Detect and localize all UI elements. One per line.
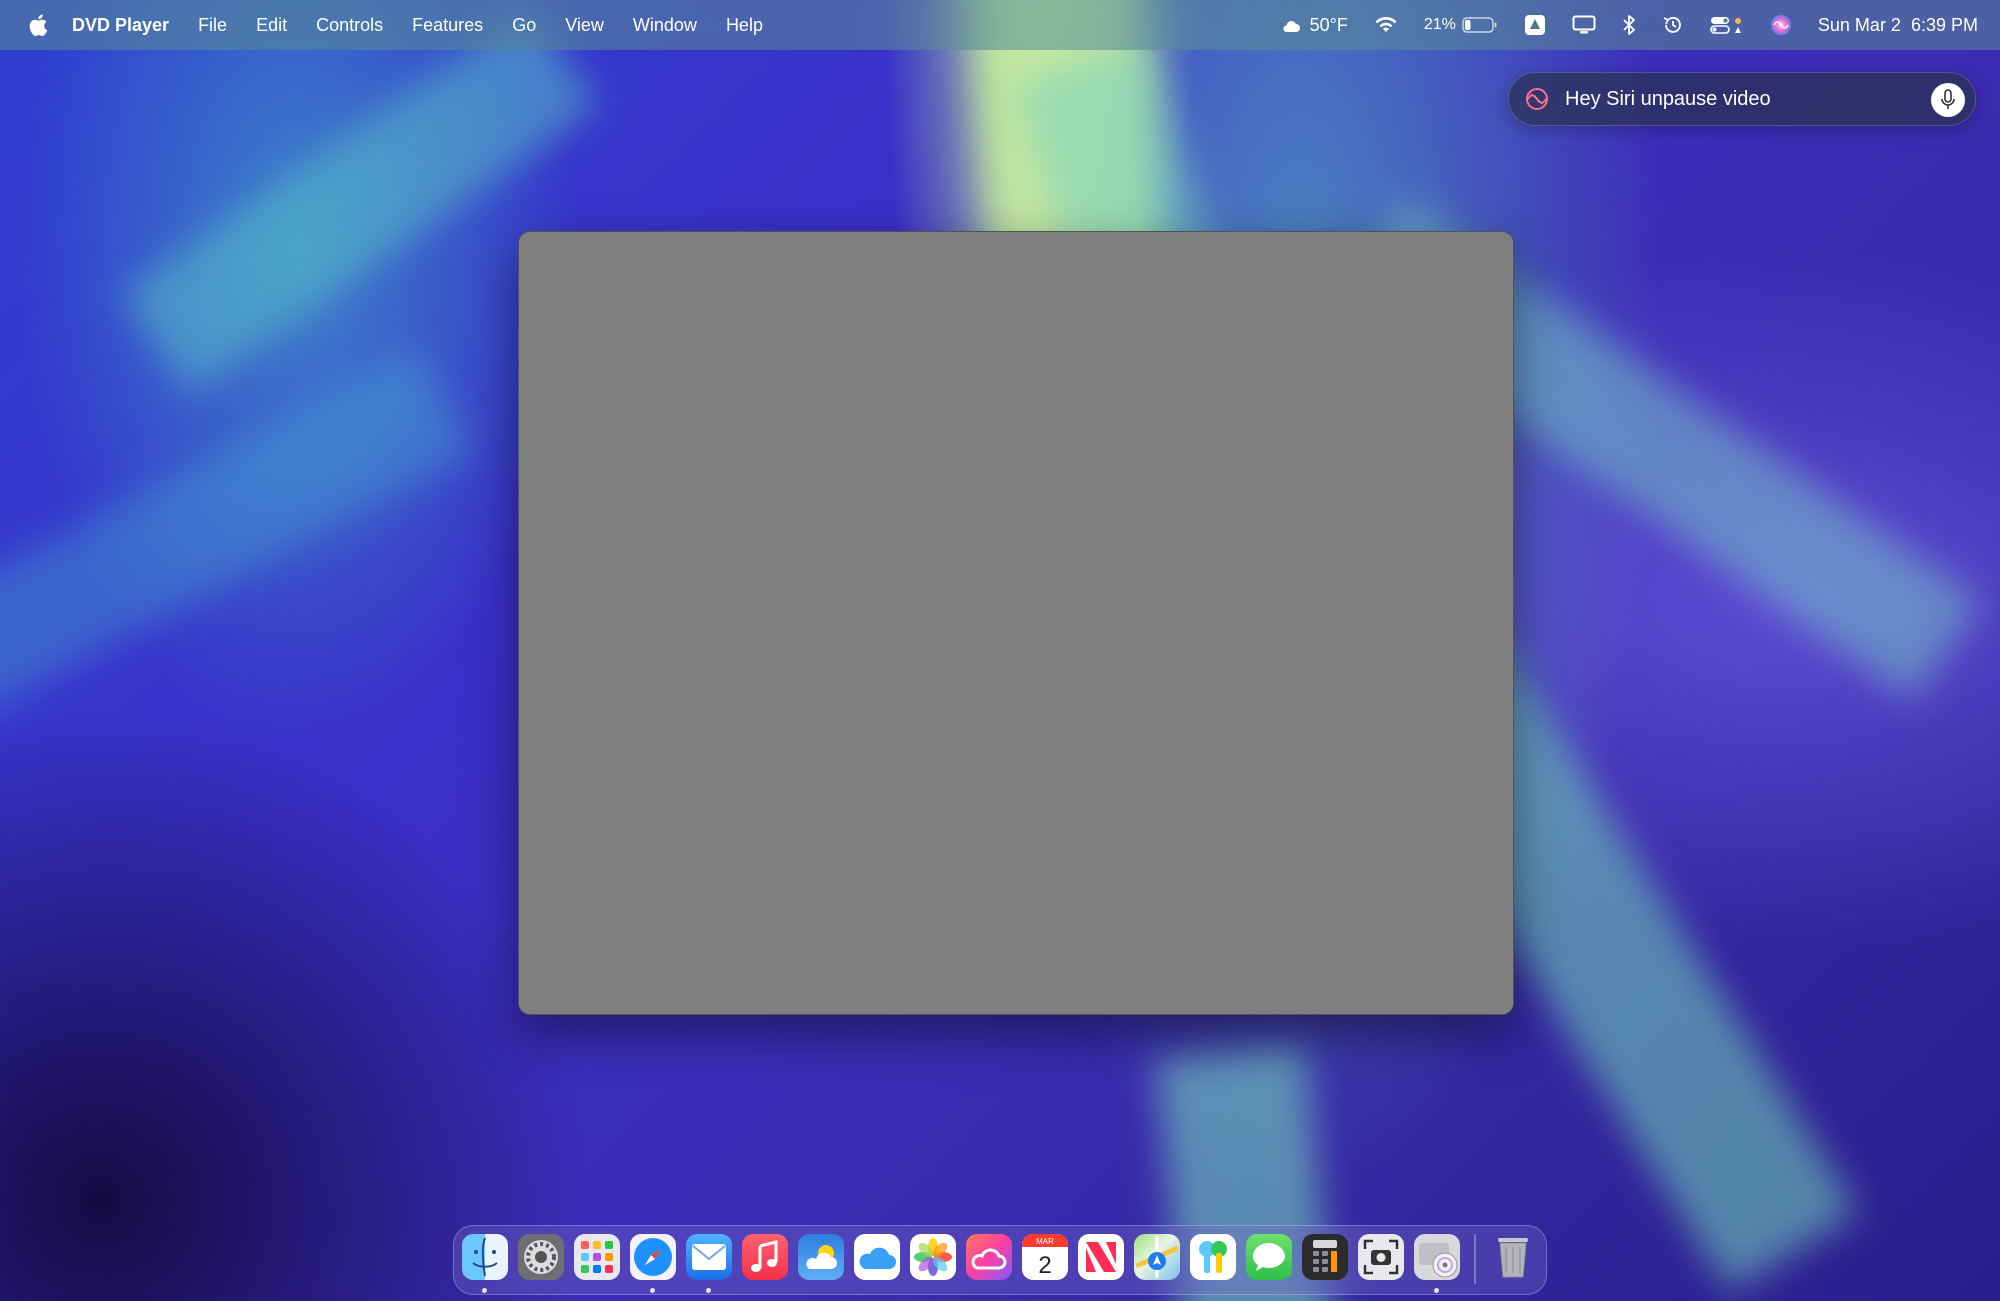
cloud-moon-icon bbox=[1283, 18, 1300, 32]
dock-launchpad-icon[interactable] bbox=[574, 1234, 620, 1280]
dock-music-icon[interactable] bbox=[742, 1234, 788, 1280]
screenshot-icon bbox=[1363, 1239, 1399, 1275]
running-indicator bbox=[482, 1288, 487, 1293]
apple-menu-icon[interactable] bbox=[26, 12, 48, 38]
calendar-month: MAR bbox=[1036, 1237, 1054, 1246]
dock-news-icon[interactable] bbox=[1078, 1234, 1124, 1280]
control-center-status[interactable] bbox=[1710, 15, 1744, 35]
microphone-icon bbox=[1941, 89, 1955, 109]
safari-icon bbox=[634, 1238, 672, 1276]
dock-calendar-icon[interactable]: MAR 2 bbox=[1022, 1234, 1068, 1280]
menubar-time: 6:39 PM bbox=[1910, 14, 1978, 35]
drive-status[interactable] bbox=[1524, 14, 1546, 36]
time-machine-icon bbox=[1663, 17, 1681, 33]
siri-mic-button[interactable] bbox=[1931, 83, 1965, 117]
bluetooth-status[interactable] bbox=[1622, 15, 1636, 35]
wifi-icon bbox=[1375, 17, 1397, 32]
dock-maps-icon[interactable] bbox=[1134, 1234, 1180, 1280]
dock-screenshot-icon[interactable] bbox=[1358, 1234, 1404, 1280]
dock-creative-cloud-icon[interactable] bbox=[966, 1234, 1012, 1280]
menu-features[interactable]: Features bbox=[412, 15, 483, 36]
time-machine-status[interactable] bbox=[1662, 14, 1684, 36]
running-indicator bbox=[650, 1288, 655, 1293]
battery-percent: 21% bbox=[1423, 16, 1456, 33]
siri-orb-icon bbox=[1526, 88, 1548, 110]
creative-cloud-icon bbox=[971, 1248, 1007, 1270]
battery-icon bbox=[1462, 17, 1497, 33]
running-indicator bbox=[706, 1288, 711, 1293]
bluetooth-icon bbox=[1623, 15, 1635, 35]
calculator-icon bbox=[1313, 1240, 1337, 1272]
dock-trash-icon[interactable] bbox=[1490, 1234, 1536, 1280]
dock-photos-icon[interactable] bbox=[910, 1234, 956, 1280]
siri-panel[interactable]: Hey Siri unpause video bbox=[1508, 72, 1976, 126]
menu-go[interactable]: Go bbox=[512, 15, 536, 36]
dock-passwords-icon[interactable] bbox=[1190, 1234, 1236, 1280]
control-center-icon bbox=[1710, 17, 1741, 34]
news-icon bbox=[1086, 1242, 1116, 1272]
menu-help[interactable]: Help bbox=[726, 15, 763, 36]
dock-finder-icon[interactable] bbox=[462, 1234, 508, 1280]
dvd-player-window[interactable] bbox=[518, 231, 1514, 1015]
display-icon bbox=[1572, 15, 1596, 34]
menu-view[interactable]: View bbox=[565, 15, 604, 36]
siri-icon bbox=[1770, 15, 1791, 35]
dock-separator bbox=[1474, 1234, 1476, 1284]
icloud-icon bbox=[859, 1247, 896, 1269]
clock-status[interactable]: Sun Mar 2 6:39 PM bbox=[1818, 15, 1978, 36]
calendar-day: 2 bbox=[1038, 1252, 1051, 1279]
mail-icon bbox=[692, 1244, 726, 1270]
photos-icon bbox=[914, 1238, 952, 1276]
weather-icon bbox=[806, 1245, 837, 1269]
calendar-icon: MAR 2 bbox=[1022, 1234, 1068, 1279]
wifi-status[interactable] bbox=[1374, 16, 1398, 34]
dock-icloud-icon[interactable] bbox=[854, 1234, 900, 1280]
settings-icon bbox=[524, 1240, 558, 1274]
dock-dvd-player-icon[interactable] bbox=[1414, 1234, 1460, 1280]
dock-calculator-icon[interactable] bbox=[1302, 1234, 1348, 1280]
dock-messages-icon[interactable] bbox=[1246, 1234, 1292, 1280]
menu-window[interactable]: Window bbox=[633, 15, 697, 36]
finder-icon bbox=[472, 1237, 498, 1277]
launchpad-icon bbox=[581, 1241, 613, 1273]
maps-icon bbox=[1136, 1236, 1178, 1278]
menu-edit[interactable]: Edit bbox=[256, 15, 287, 36]
messages-icon bbox=[1253, 1243, 1285, 1271]
menu-controls[interactable]: Controls bbox=[316, 15, 383, 36]
siri-query-text: Hey Siri unpause video bbox=[1565, 87, 1771, 110]
dock-mail-icon[interactable] bbox=[686, 1234, 732, 1280]
trash-icon bbox=[1498, 1238, 1528, 1278]
weather-temperature: 50°F bbox=[1309, 14, 1348, 35]
menubar-date: Sun Mar 2 bbox=[1817, 14, 1901, 35]
weather-status[interactable]: 50°F bbox=[1280, 15, 1348, 36]
drive-icon bbox=[1524, 15, 1545, 35]
dock-safari-icon[interactable] bbox=[630, 1234, 676, 1280]
battery-status[interactable]: 21% bbox=[1424, 16, 1498, 34]
dock-settings-icon[interactable] bbox=[518, 1234, 564, 1280]
dock-weather-icon[interactable] bbox=[798, 1234, 844, 1280]
running-indicator bbox=[1434, 1288, 1439, 1293]
display-status[interactable] bbox=[1572, 15, 1596, 35]
menu-bar: DVD Player File Edit Controls Features G… bbox=[0, 0, 2000, 50]
passwords-icon bbox=[1199, 1241, 1227, 1273]
menu-file[interactable]: File bbox=[198, 15, 227, 36]
music-icon bbox=[751, 1240, 778, 1272]
menu-app-name[interactable]: DVD Player bbox=[72, 15, 169, 36]
siri-status[interactable] bbox=[1770, 14, 1792, 36]
dvd-player-icon bbox=[1419, 1243, 1458, 1278]
